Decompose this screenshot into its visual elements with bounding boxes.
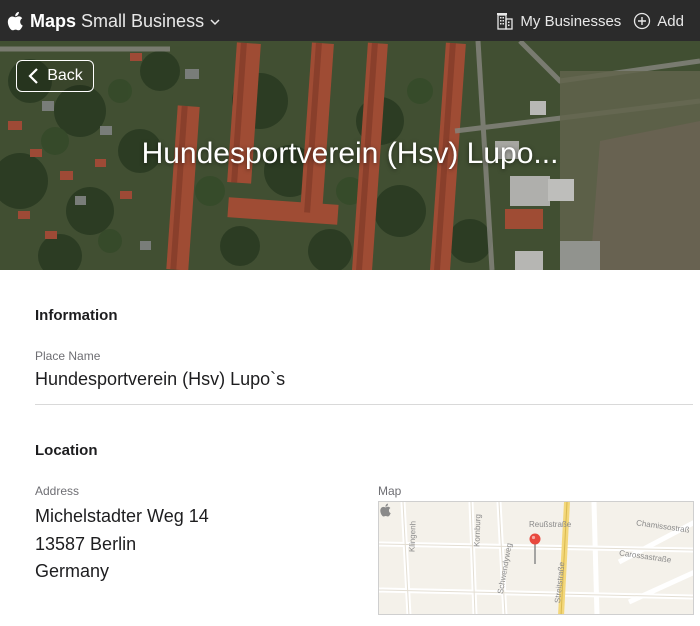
top-bar: Maps Small Business My Businesses Add xyxy=(0,0,700,41)
place-name-value[interactable]: Hundesportverein (Hsv) Lupo`s xyxy=(35,369,285,390)
address-country: Germany xyxy=(35,561,110,581)
business-title: Hundesportverein (Hsv) Lupo... xyxy=(141,137,559,170)
brand-subtitle: Small Business xyxy=(81,10,205,31)
add-business-button[interactable]: Add xyxy=(633,12,684,30)
section-divider xyxy=(35,404,693,405)
back-button[interactable]: Back xyxy=(16,60,94,92)
apple-logo-icon xyxy=(380,503,391,517)
brand-maps-text: Maps xyxy=(30,10,77,31)
map-label: Map xyxy=(378,484,402,498)
information-heading: Information xyxy=(35,307,118,324)
top-nav: My Businesses Add xyxy=(496,8,684,34)
map-street-label: Klingenh xyxy=(407,520,418,553)
building-icon xyxy=(497,13,514,30)
location-map[interactable]: Klingenh Kornburg Reußstraße Chamissostr… xyxy=(378,501,694,615)
map-street-label: Reußstraße xyxy=(529,520,572,529)
address-label: Address xyxy=(35,484,80,498)
my-businesses-label: My Businesses xyxy=(520,12,622,30)
map-street-label: Kornburg xyxy=(472,513,483,548)
my-businesses-link[interactable]: My Businesses xyxy=(496,12,621,30)
place-name-label: Place Name xyxy=(35,349,101,363)
chevron-left-icon xyxy=(28,68,38,84)
hero-banner: Back Hundesportverein (Hsv) Lupo... xyxy=(0,41,700,270)
plus-circle-icon xyxy=(634,12,651,30)
address-city: 13587 Berlin xyxy=(35,534,137,554)
brand-menu[interactable]: Maps Small Business xyxy=(6,8,221,34)
back-label: Back xyxy=(47,67,83,84)
add-label: Add xyxy=(657,12,684,30)
chevron-down-icon xyxy=(210,19,220,26)
apple-logo-icon xyxy=(7,11,23,31)
location-heading: Location xyxy=(35,442,98,459)
address-street: Michelstadter Weg 14 xyxy=(35,506,209,526)
